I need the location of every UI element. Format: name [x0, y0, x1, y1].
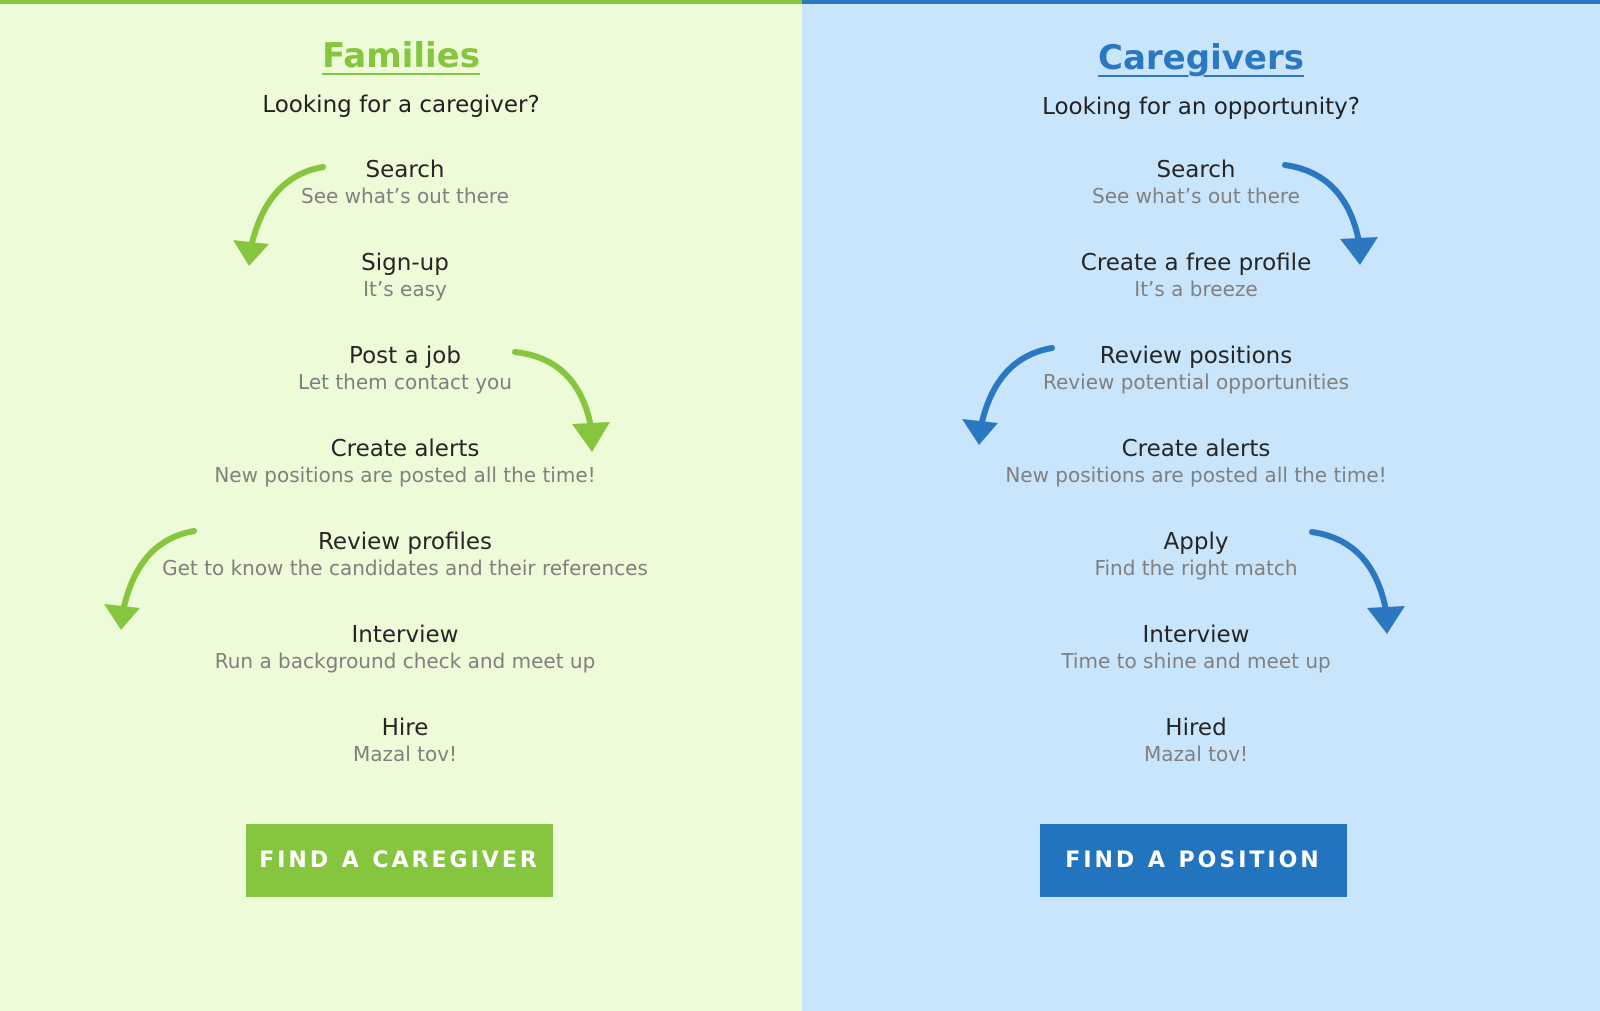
step-subtitle: Mazal tov! — [352, 742, 458, 766]
step-title: Hire — [381, 715, 429, 741]
families-subtitle: Looking for a caregiver? — [262, 92, 540, 118]
step-title: Review positions — [1099, 343, 1293, 369]
curved-arrow-icon — [1282, 162, 1378, 265]
step-subtitle: Mazal tov! — [1143, 742, 1249, 766]
caregivers-subtitle: Looking for an opportunity? — [1042, 94, 1360, 120]
families-step-signup: Sign-up It’s easy — [0, 249, 810, 301]
families-step-search: Search See what’s out there — [0, 156, 810, 208]
step-subtitle: Let them contact you — [298, 370, 512, 394]
find-caregiver-button[interactable]: FIND A CAREGIVER — [246, 824, 553, 897]
curved-arrow-icon — [233, 164, 326, 266]
caregivers-title: Caregivers — [1098, 38, 1304, 78]
caregivers-step-review-positions: Review positions Review potential opport… — [802, 342, 1590, 394]
caregivers-step-create-profile: Create a free profile It’s a breeze — [802, 249, 1590, 301]
step-title: Create a free profile — [1080, 250, 1312, 276]
step-subtitle: Review potential opportunities — [1043, 370, 1349, 394]
caregivers-panel: Caregivers Looking for an opportunity? S… — [802, 0, 1600, 1011]
families-panel: Families Looking for a caregiver? Search… — [0, 0, 802, 1011]
step-title: Search — [365, 157, 445, 183]
curved-arrow-icon — [1309, 529, 1405, 634]
step-subtitle: New positions are posted all the time! — [214, 463, 596, 487]
step-title: Sign-up — [361, 250, 449, 276]
step-title: Search — [1156, 157, 1236, 183]
step-subtitle: See what’s out there — [301, 184, 509, 208]
step-title: Interview — [1142, 622, 1250, 648]
step-subtitle: It’s easy — [363, 277, 447, 301]
step-title: Post a job — [349, 343, 461, 369]
caregivers-step-apply: Apply Find the right match — [802, 528, 1590, 580]
caregivers-step-interview: Interview Time to shine and meet up — [802, 621, 1590, 673]
families-step-post-job: Post a job Let them contact you — [0, 342, 810, 394]
step-subtitle: See what’s out there — [1092, 184, 1300, 208]
step-title: Create alerts — [1121, 436, 1271, 462]
curved-arrow-icon — [962, 345, 1055, 445]
caregivers-step-create-alerts: Create alerts New positions are posted a… — [802, 435, 1590, 487]
step-title: Apply — [1163, 529, 1229, 555]
step-subtitle: Time to shine and meet up — [1061, 649, 1331, 673]
families-step-hire: Hire Mazal tov! — [0, 714, 810, 766]
step-subtitle: Find the right match — [1094, 556, 1298, 580]
curved-arrow-icon — [104, 528, 197, 630]
curved-arrow-icon — [512, 349, 610, 452]
step-title: Hired — [1165, 715, 1227, 741]
step-title: Create alerts — [330, 436, 480, 462]
step-subtitle: It’s a breeze — [1134, 277, 1258, 301]
step-subtitle: New positions are posted all the time! — [1005, 463, 1387, 487]
step-subtitle: Run a background check and meet up — [214, 649, 596, 673]
families-step-create-alerts: Create alerts New positions are posted a… — [0, 435, 810, 487]
caregivers-step-hired: Hired Mazal tov! — [802, 714, 1590, 766]
caregivers-step-search: Search See what’s out there — [802, 156, 1590, 208]
find-position-button[interactable]: FIND A POSITION — [1040, 824, 1347, 897]
families-title: Families — [322, 36, 480, 76]
